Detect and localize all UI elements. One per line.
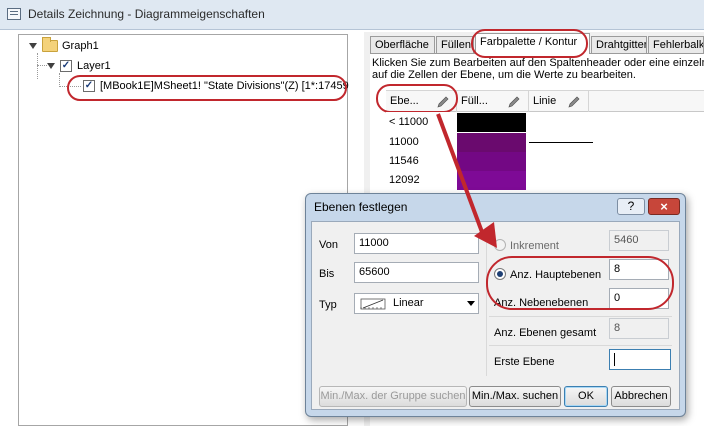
dialog-title: Ebenen festlegen xyxy=(314,200,408,214)
tree-item-graph[interactable]: Graph1 xyxy=(29,37,99,55)
bis-field[interactable]: 65600 xyxy=(354,262,479,283)
dialog-divider xyxy=(489,316,672,317)
inkrement-radio[interactable] xyxy=(494,239,506,251)
hint-line: auf die Zellen der Ebene, um die Werte z… xyxy=(372,69,636,81)
annotation-oval xyxy=(376,84,458,113)
tree-item-graph-label: Graph1 xyxy=(62,40,99,52)
ebenen-gesamt-field: 8 xyxy=(609,318,669,339)
hint-line: Klicken Sie zum Bearbeiten auf den Spalt… xyxy=(372,57,704,69)
window-icon xyxy=(7,8,21,20)
group-minmax-button[interactable]: Min./Max. der Gruppe suchen xyxy=(319,386,467,407)
tree-connector xyxy=(37,65,47,66)
level-cell[interactable]: 11000 xyxy=(389,133,419,152)
cancel-button[interactable]: Abbrechen xyxy=(611,386,671,407)
collapse-icon[interactable] xyxy=(29,43,37,49)
inkrement-label: Inkrement xyxy=(510,240,559,252)
tree-connector xyxy=(59,73,60,87)
column-header-fill-label: Füll... xyxy=(461,95,488,107)
tab-fuellen[interactable]: Füllen xyxy=(436,36,474,53)
ok-button[interactable]: OK xyxy=(564,386,608,407)
contour-line-sample[interactable] xyxy=(529,142,593,143)
window-title: Details Zeichnung - Diagrammeigenschafte… xyxy=(28,7,265,21)
layer-checkbox[interactable]: ✓ xyxy=(60,60,72,72)
column-header-fill[interactable]: Füll... xyxy=(457,91,529,112)
typ-dropdown[interactable]: Linear xyxy=(354,293,479,314)
typ-label: Typ xyxy=(319,299,337,311)
annotation-oval xyxy=(67,75,347,101)
level-grid: < 11000 11000 11546 12092 xyxy=(386,112,704,192)
hint-text: Klicken Sie zum Bearbeiten auf den Spalt… xyxy=(372,57,704,81)
close-button[interactable]: × xyxy=(648,198,680,215)
tree-connector xyxy=(37,53,38,79)
level-cell[interactable]: < 11000 xyxy=(389,113,428,132)
erste-ebene-label: Erste Ebene xyxy=(494,356,555,368)
fill-color-cell[interactable] xyxy=(457,133,526,152)
tree-item-layer-label: Layer1 xyxy=(77,60,111,72)
minmax-button[interactable]: Min./Max. suchen xyxy=(469,386,561,407)
typ-dropdown-value: Linear xyxy=(393,297,424,309)
tab-oberflaeche[interactable]: Oberfläche xyxy=(370,36,435,53)
fill-color-cell[interactable] xyxy=(457,113,526,132)
column-header-line[interactable]: Linie xyxy=(529,91,589,112)
folder-icon xyxy=(42,37,58,52)
chevron-down-icon[interactable] xyxy=(467,301,475,307)
column-header-line-label: Linie xyxy=(533,95,557,107)
fill-color-cell[interactable] xyxy=(457,171,526,190)
pencil-icon[interactable] xyxy=(507,95,521,109)
inkrement-field: 5460 xyxy=(609,230,669,251)
pencil-icon[interactable] xyxy=(567,95,581,109)
tab-fehlerbalken[interactable]: Fehlerbalken xyxy=(648,36,704,53)
ebenen-gesamt-label: Anz. Ebenen gesamt xyxy=(494,327,597,339)
tree-item-layer[interactable]: ✓ Layer1 xyxy=(47,57,111,75)
dialog-divider xyxy=(486,228,487,376)
fill-color-cell[interactable] xyxy=(457,152,526,171)
level-cell[interactable]: 11546 xyxy=(389,152,419,171)
von-field[interactable]: 11000 xyxy=(354,233,479,254)
help-button[interactable]: ? xyxy=(617,198,645,215)
annotation-oval xyxy=(471,29,588,58)
collapse-icon[interactable] xyxy=(47,63,55,69)
level-cell[interactable]: 12092 xyxy=(389,171,420,190)
text-cursor xyxy=(614,353,615,366)
erste-ebene-field[interactable] xyxy=(609,349,671,370)
tab-drahtgitter[interactable]: Drahtgitter xyxy=(591,36,647,53)
linear-scale-icon xyxy=(360,298,386,310)
von-label: Von xyxy=(319,239,338,251)
annotation-oval xyxy=(486,256,674,310)
bis-label: Bis xyxy=(319,268,335,280)
dialog-divider xyxy=(489,345,672,346)
